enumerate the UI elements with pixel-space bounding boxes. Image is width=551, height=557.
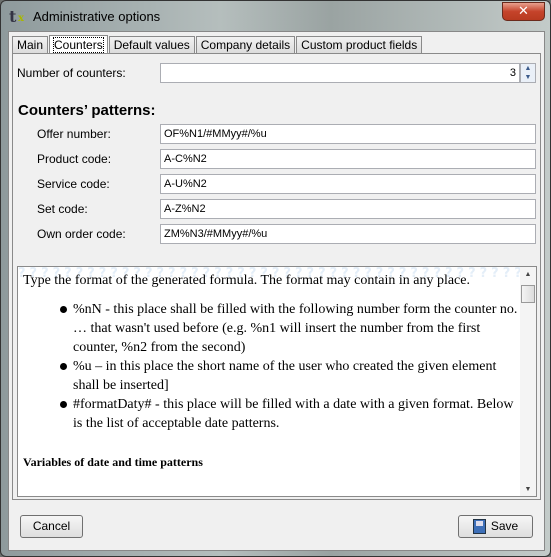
dialog-window: tx Administrative options ✕ Main Counter… [0,0,551,557]
spin-up-icon[interactable]: ▲ [521,64,535,73]
close-button[interactable]: ✕ [502,2,545,21]
offer-number-label: Offer number: [37,127,111,141]
help-scrollbar[interactable]: ▲ ▼ [520,267,536,496]
set-code-input[interactable]: A-Z%N2 [160,199,536,219]
spin-down-icon[interactable]: ▼ [521,73,535,82]
help-item: %nN - this place shall be filled with th… [60,302,518,355]
counter-spinner[interactable]: ▲ ▼ [520,63,536,83]
counters-panel: Number of counters: 3 ▲ ▼ Counters’ patte… [12,53,541,500]
tab-counters[interactable]: Counters [49,35,108,54]
help-section-heading: Variables of date and time patterns [23,455,203,469]
patterns-heading: Counters’ patterns: [18,102,156,119]
help-item: #formatDaty# - this place will be filled… [60,395,518,433]
dialog-body: Main Counters Default values Company det… [8,31,545,551]
help-text-panel: ????????????????????????????????????????… [17,266,537,497]
window-title: Administrative options [33,8,161,24]
product-code-input[interactable]: A-C%N2 [160,149,536,169]
tab-label: Counters [53,37,104,53]
help-list: %nN - this place shall be filled with th… [60,300,518,433]
help-intro: Type the format of the generated formula… [23,273,470,288]
own-order-code-label: Own order code: [37,227,126,241]
title-bar: tx Administrative options [9,1,160,31]
cancel-button[interactable]: Cancel [20,515,83,538]
help-item: %u – in this place the short name of the… [60,357,518,395]
own-order-code-input[interactable]: ZM%N3/#MMyy#/%u [160,224,536,244]
number-of-counters-label: Number of counters: [17,66,126,80]
tab-custom-product-fields[interactable]: Custom product fields [296,36,423,53]
service-code-input[interactable]: A-U%N2 [160,174,536,194]
scroll-down-icon[interactable]: ▼ [520,485,536,493]
set-code-label: Set code: [37,202,88,216]
service-code-label: Service code: [37,177,110,191]
save-label: Save [490,519,519,533]
floppy-disk-icon [472,519,486,535]
number-of-counters-input[interactable]: 3 [160,63,520,83]
scroll-thumb[interactable] [521,285,535,303]
app-logo-icon: tx [9,7,24,26]
scroll-up-icon[interactable]: ▲ [520,270,536,278]
tab-default-values[interactable]: Default values [108,36,195,53]
offer-number-input[interactable]: OF%N1/#MMyy#/%u [160,124,536,144]
tab-bar: Main Counters Default values Company det… [12,35,423,54]
product-code-label: Product code: [37,152,112,166]
save-button[interactable]: Save [458,515,533,538]
tab-company-details[interactable]: Company details [195,36,296,53]
tab-main[interactable]: Main [12,36,49,53]
